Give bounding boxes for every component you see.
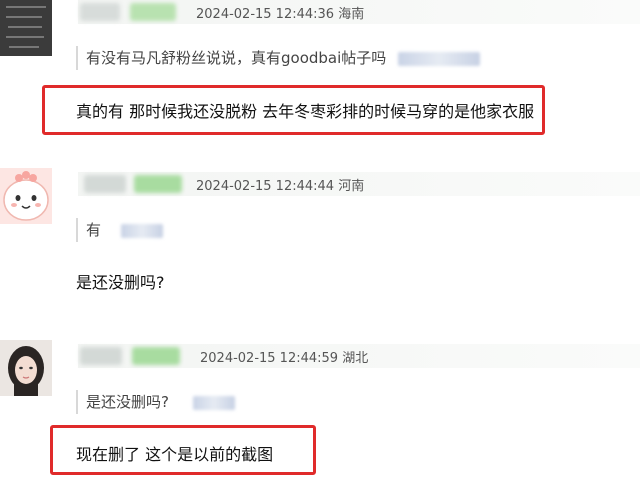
user-level-blurred [132, 347, 180, 365]
username-blurred[interactable] [80, 347, 122, 365]
user-level-blurred [134, 175, 182, 193]
user-photo-icon [0, 340, 52, 396]
comment-item: 2024-02-15 12:44:36 海南 有没有马凡舒粉丝说说，真有good… [0, 0, 640, 150]
quoted-user-blurred [192, 395, 235, 410]
user-level-blurred [130, 3, 176, 21]
avatar[interactable] [0, 168, 52, 224]
quoted-text: 有 [76, 218, 164, 242]
avatar[interactable] [0, 340, 52, 396]
comment-meta: 2024-02-15 12:44:59 湖北 [78, 344, 640, 368]
cartoon-avatar-icon [3, 171, 49, 221]
username-blurred[interactable] [80, 3, 120, 21]
reply-text: 是还没删吗? [76, 273, 165, 292]
post-time: 2024-02-15 12:44:36 海南 [196, 7, 365, 22]
comment-item: 2024-02-15 12:44:59 湖北 是还没删吗? 现在删了 这个是以前… [0, 340, 640, 478]
reply-text: 现在删了 这个是以前的截图 [76, 445, 274, 464]
avatar[interactable] [0, 0, 52, 56]
post-time: 2024-02-15 12:44:44 河南 [196, 179, 365, 194]
quoted-user-blurred [121, 223, 164, 238]
comment-meta: 2024-02-15 12:44:36 海南 [78, 0, 640, 24]
reply-text: 真的有 那时候我还没脱粉 去年冬枣彩排的时候马穿的是他家衣服 [76, 102, 535, 121]
username-blurred[interactable] [84, 175, 126, 193]
comment-item: 2024-02-15 12:44:44 河南 有 是还没删吗? [0, 168, 640, 328]
quoted-text: 有没有马凡舒粉丝说说，真有goodbai帖子吗 [76, 46, 481, 70]
post-time: 2024-02-15 12:44:59 湖北 [200, 351, 369, 366]
quoted-text: 是还没删吗? [76, 390, 235, 414]
comment-meta: 2024-02-15 12:44:44 河南 [78, 172, 640, 196]
quoted-user-blurred [398, 51, 481, 66]
